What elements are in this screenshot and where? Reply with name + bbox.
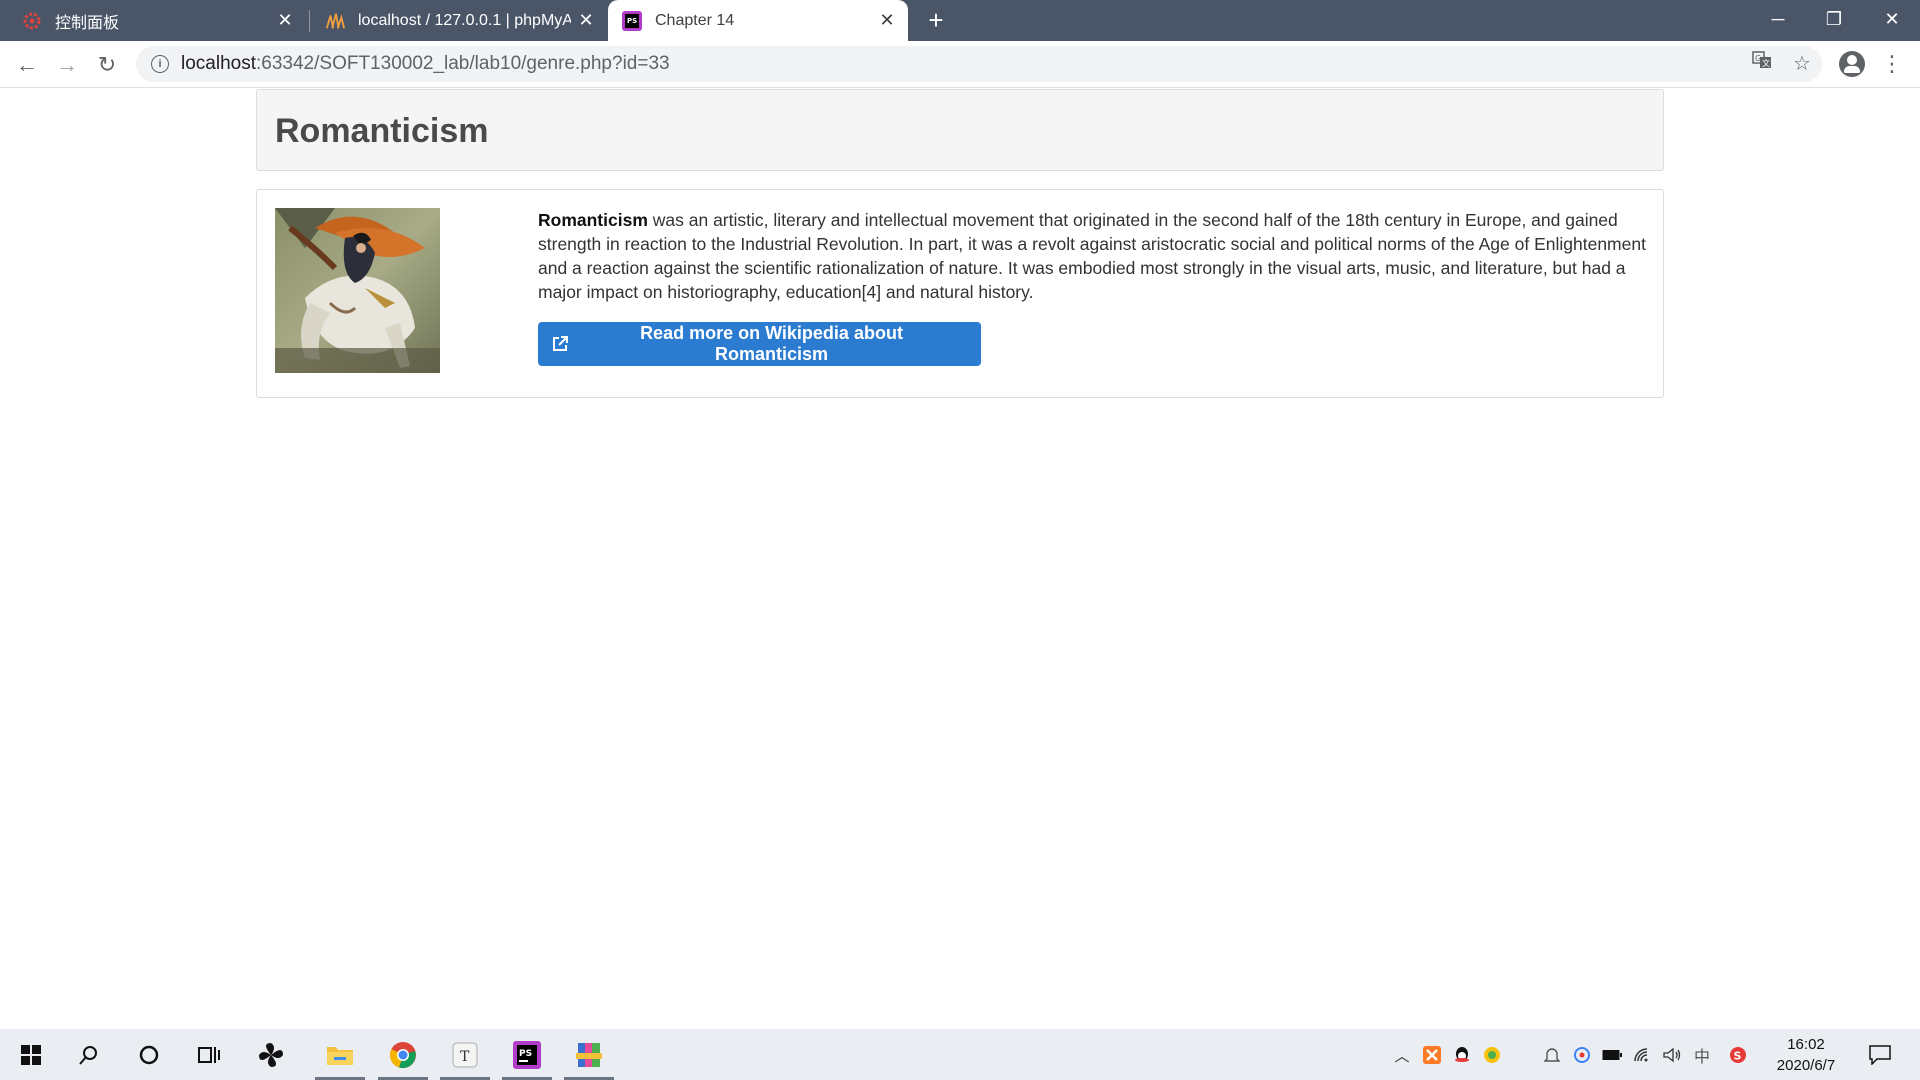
restore-icon[interactable]: ❐: [1806, 0, 1862, 41]
tab-title: 控制面板: [55, 14, 120, 32]
close-tab-icon[interactable]: ✕: [270, 10, 300, 31]
browser-menu-icon[interactable]: ⋮: [1880, 49, 1904, 81]
tab-separator: [309, 10, 310, 32]
clock-date: 2020/6/7: [1776, 1057, 1836, 1074]
url-text: localhost:63342/SOFT130002_lab/lab10/gen…: [181, 53, 670, 75]
wikipedia-button-label: Read more on Wikipedia about Romanticism: [640, 323, 903, 364]
task-view-icon[interactable]: [184, 1029, 234, 1080]
chevron-up-icon[interactable]: ︿: [1392, 1045, 1412, 1065]
chrome-icon[interactable]: [378, 1029, 428, 1080]
forward-icon[interactable]: →: [51, 49, 83, 81]
battery-icon[interactable]: [1602, 1045, 1622, 1065]
genre-header-panel: Romanticism: [256, 89, 1664, 171]
action-center-icon[interactable]: [1868, 1045, 1892, 1065]
svg-text:文: 文: [1762, 58, 1770, 68]
tab-phpmyadmin[interactable]: localhost / 127.0.0.1 | phpMyA ✕: [311, 0, 607, 41]
external-link-icon: [538, 322, 582, 366]
windows-start-icon[interactable]: [6, 1029, 56, 1080]
notification-bell-icon[interactable]: [1542, 1045, 1562, 1065]
winrar-icon[interactable]: [564, 1029, 614, 1080]
svg-text:PS: PS: [627, 17, 637, 25]
wikipedia-link-button[interactable]: Read more on Wikipedia about Romanticism: [538, 322, 981, 366]
reload-icon[interactable]: ↻: [91, 49, 123, 81]
bookmark-star-icon[interactable]: ☆: [1784, 46, 1820, 82]
genre-painting-image: [275, 208, 440, 373]
close-window-icon[interactable]: ✕: [1864, 0, 1920, 41]
page-content: Romanticism Romanticism was an artistic,…: [0, 88, 1920, 1029]
typora-icon[interactable]: T: [440, 1029, 490, 1080]
description-body: was an artistic, literary and intellectu…: [538, 210, 1646, 302]
url-host: localhost: [181, 53, 256, 74]
wifi-icon[interactable]: [1632, 1045, 1652, 1065]
sogou-input-icon[interactable]: S: [1728, 1045, 1748, 1065]
phpstorm-taskbar-icon[interactable]: PS: [502, 1029, 552, 1080]
volume-icon[interactable]: [1662, 1045, 1682, 1065]
file-explorer-icon[interactable]: [315, 1029, 365, 1080]
description-lead: Romanticism: [538, 210, 648, 230]
search-icon[interactable]: [64, 1029, 114, 1080]
close-tab-icon[interactable]: ✕: [571, 10, 601, 31]
svg-text:G: G: [1755, 54, 1761, 63]
svg-text:PS: PS: [519, 1049, 532, 1059]
page-title: Romanticism: [275, 112, 489, 150]
genre-description: Romanticism was an artistic, literary an…: [538, 208, 1648, 304]
qq-tray-icon[interactable]: [1452, 1045, 1472, 1065]
tab-title: localhost / 127.0.0.1 | phpMyA: [358, 11, 571, 29]
profile-avatar-icon[interactable]: [1839, 51, 1865, 77]
url-path: :63342/SOFT130002_lab/lab10/genre.php?id…: [256, 53, 670, 74]
ime-chinese-label[interactable]: 中: [1692, 1045, 1712, 1066]
back-icon[interactable]: ←: [11, 49, 43, 81]
tab-control-panel[interactable]: 控制面板 ✕: [0, 0, 306, 41]
address-bar[interactable]: i localhost:63342/SOFT130002_lab/lab10/g…: [136, 46, 1822, 82]
control-panel-icon: [22, 11, 42, 31]
svg-text:T: T: [460, 1049, 470, 1065]
close-tab-icon[interactable]: ✕: [872, 10, 902, 31]
phpmyadmin-icon: [325, 11, 345, 31]
pinwheel-app-icon[interactable]: [246, 1029, 296, 1080]
windows-taskbar: T PS ︿ 中 S 16:02 2020/6/7: [0, 1029, 1920, 1080]
tab-strip: 控制面板 ✕ localhost / 127.0.0.1 | phpMyA ✕ …: [0, 0, 1920, 41]
browser-toolbar: ← → ↻ i localhost:63342/SOFT130002_lab/l…: [0, 41, 1920, 88]
svg-text:S: S: [1734, 1050, 1742, 1063]
tab-chapter-14[interactable]: PS Chapter 14 ✕: [608, 0, 908, 41]
minimize-icon[interactable]: ─: [1750, 0, 1806, 41]
phpstorm-icon: PS: [622, 10, 642, 31]
genre-card: Romanticism was an artistic, literary an…: [256, 189, 1664, 398]
translate-icon[interactable]: 文G: [1744, 46, 1780, 82]
baidu-tray-icon[interactable]: [1572, 1045, 1592, 1065]
site-info-icon[interactable]: i: [151, 55, 169, 73]
system-clock[interactable]: 16:02 2020/6/7: [1763, 1034, 1849, 1076]
clock-time: 16:02: [1787, 1036, 1825, 1053]
xampp-tray-icon[interactable]: [1422, 1045, 1442, 1065]
new-tab-button[interactable]: +: [921, 6, 951, 36]
wechat-tray-icon[interactable]: [1482, 1045, 1502, 1065]
tab-title: Chapter 14: [655, 11, 735, 29]
cortana-icon[interactable]: [124, 1029, 174, 1080]
